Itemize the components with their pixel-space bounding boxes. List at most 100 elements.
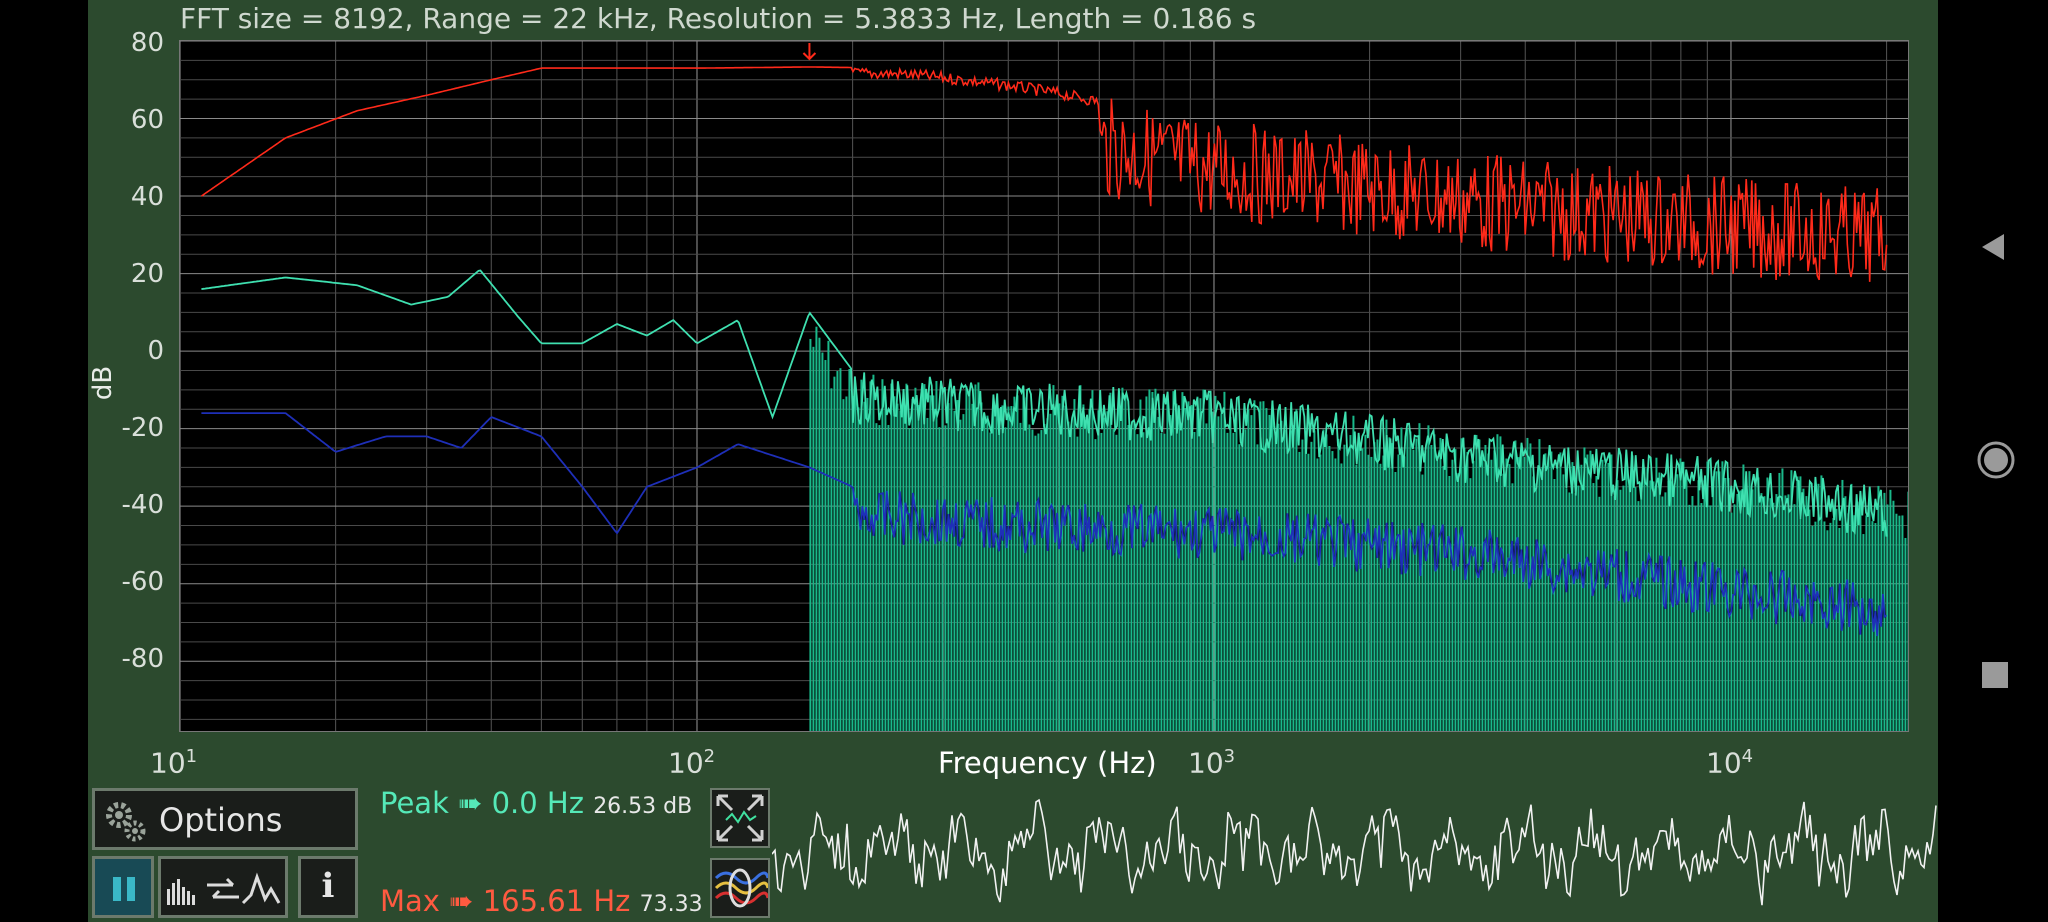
spectrum-bar [1310,441,1313,731]
y-axis-label: dB [88,365,119,401]
x-axis-label: Frequency (Hz) [938,746,1157,780]
spectrum-bar [1109,392,1112,731]
spectrum-bar [1520,447,1523,731]
peak-db: 26.53 dB [593,794,693,819]
spectrum-bar [1007,406,1010,731]
spectrum-bar [1427,425,1430,731]
spectrum-bar [830,388,833,731]
spectrum-bar [1301,439,1304,731]
spectrum-bar [1268,414,1271,731]
spectrum-bar [1307,453,1310,731]
spectrum-bar [1535,483,1538,731]
spectrum-bar [1103,417,1106,731]
spectrum-bar [836,370,839,731]
pause-button[interactable] [92,856,154,918]
recents-icon[interactable] [1980,660,2010,690]
info-button[interactable]: i [298,856,358,918]
spectrum-bar [1649,480,1652,731]
spectrum-bar [1034,435,1037,731]
y-tick: -40 [121,490,164,520]
spectrum-bar [1733,504,1736,731]
spectrum-bar [824,360,827,731]
spectrum-bar [947,403,950,731]
spectrum-bar [845,396,848,731]
spectrum-mode-button[interactable] [158,856,288,918]
spectrum-bar [1844,496,1847,731]
spectrum-bar [1019,422,1022,731]
spectrum-bar [1325,434,1328,731]
spectrum-bar [1028,424,1031,731]
x-tick: 102 [668,746,716,780]
back-icon[interactable] [1978,232,2008,262]
spectrum-bar [1337,438,1340,731]
spectrum-bar [851,395,854,731]
spectrum-bar [1379,463,1382,731]
spectrum-bar [1196,396,1199,731]
spectrum-bar [1709,505,1712,731]
spectrum-bar [938,427,941,731]
waveform-preview [772,798,1937,906]
spectrum-bar [1517,457,1520,731]
y-tick: 20 [130,259,164,289]
spectrum-bar [1484,444,1487,731]
spectrum-bar [1613,496,1616,731]
spectrum-bar [1808,509,1811,731]
spectrum-bar [1082,404,1085,731]
spectrum-bar [1115,434,1118,731]
spectrum-bar [971,403,974,731]
spectrum-bar [914,387,917,731]
spectrum-bar [1652,481,1655,731]
spectrum-bar [905,383,908,731]
spectrum-bar [899,410,902,731]
spectrum-bar [893,396,896,731]
spectrum-bar [1805,496,1808,731]
spectrum-bar [833,376,836,731]
spectrum-bar [1001,405,1004,731]
spectrum-bar [860,379,863,731]
spectrum-bar [1076,436,1079,731]
spectrum-bar [1592,483,1595,731]
spectrum-bar [1253,400,1256,731]
fit-zoom-button[interactable] [710,788,770,848]
spectrum-bar [1565,488,1568,731]
spectrum-bar [1736,493,1739,731]
spectrum-bar [1823,521,1826,731]
spectrum-bar [1025,397,1028,731]
waveform-button[interactable] [710,858,770,918]
spectrum-bar [812,346,815,731]
spectrum-bar [818,337,821,731]
spectrum-bar [1139,399,1142,731]
spectrum-bar [1400,427,1403,731]
gear-icon [106,802,146,842]
spectrum-bar [1058,403,1061,731]
spectrum-bar [980,402,983,731]
spectrum-bar [1214,395,1217,731]
spectrum-bar [1187,401,1190,731]
spectrum-bar [1838,527,1841,731]
spectrum-bar [911,399,914,731]
spectrum-bar [1316,458,1319,731]
home-icon[interactable] [1976,440,2016,480]
spectrum-bar [1901,515,1904,731]
spectrum-bar [1784,495,1787,731]
spectrum-plot[interactable] [179,40,1909,732]
spectrum-bar [1439,437,1442,731]
spectrum-bar [935,381,938,731]
spectrum-bar [1208,394,1211,731]
spectrum-bar [1430,445,1433,731]
spectrum-bar [1100,432,1103,731]
spectrum-bar [896,403,899,731]
spectrum-bar [956,400,959,731]
spectrum-bar [1523,457,1526,731]
spectrum-bar [1481,457,1484,731]
options-button[interactable]: Options [92,788,358,850]
spectrum-bar [1343,444,1346,731]
spectrum-bar [1313,430,1316,731]
spectrum-bar [1499,436,1502,731]
spectrum-bar [1352,415,1355,731]
spectrum-bar [1505,458,1508,731]
spectrum-bar [1013,396,1016,731]
spectrum-bar [1532,476,1535,731]
spectrum-bar [1193,432,1196,731]
spectrum-bar [1682,461,1685,731]
